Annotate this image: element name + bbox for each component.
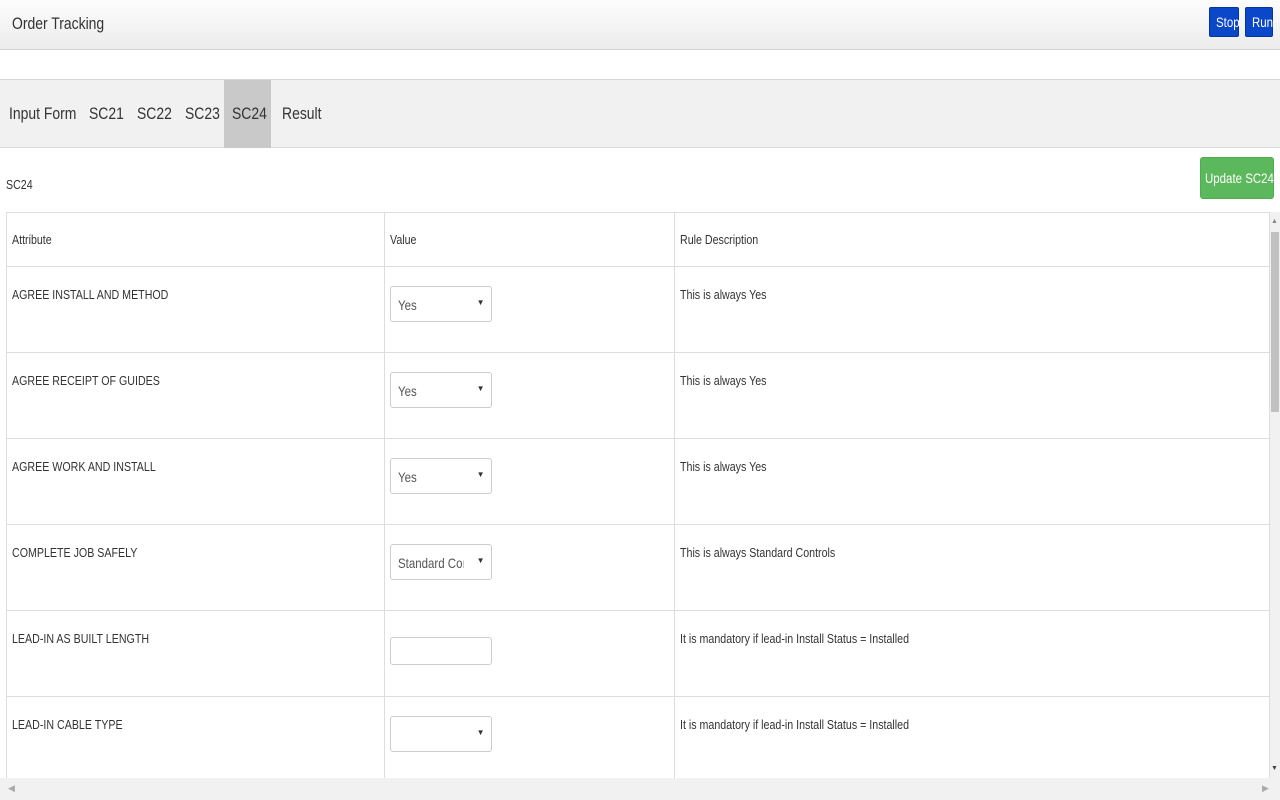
agree-work-install-select[interactable]: Yes ▼ bbox=[389, 457, 492, 494]
table-row: AGREE INSTALL AND METHOD Yes ▼ This is al… bbox=[7, 266, 1269, 353]
header-rule-description: Rule Description bbox=[674, 213, 1269, 267]
attributes-table: Attribute Value Rule Description AGREE I… bbox=[6, 212, 1270, 778]
header-value: Value bbox=[384, 213, 675, 267]
run-button[interactable]: Run bbox=[1245, 7, 1273, 37]
rule-cell: This is always Standard Controls bbox=[674, 524, 1269, 611]
rule-cell: This is always Yes bbox=[674, 266, 1269, 353]
value-cell: Yes ▼ bbox=[384, 352, 675, 439]
attribute-cell: AGREE WORK AND INSTALL bbox=[7, 438, 385, 525]
tab-result[interactable]: Result bbox=[274, 80, 334, 148]
tab-sc21[interactable]: SC21 bbox=[81, 80, 125, 148]
value-cell bbox=[384, 610, 675, 697]
run-label: Run bbox=[1252, 14, 1274, 30]
rule-cell: This is always Yes bbox=[674, 438, 1269, 525]
dropdown-arrow-icon: ▼ bbox=[476, 555, 485, 565]
table-row: AGREE RECEIPT OF GUIDES Yes ▼ This is alw… bbox=[7, 352, 1269, 439]
stop-button[interactable]: Stop bbox=[1209, 7, 1240, 37]
dropdown-arrow-icon: ▼ bbox=[476, 297, 485, 307]
table-row: LEAD-IN AS BUILT LENGTH It is mandatory … bbox=[7, 610, 1269, 697]
table-row: LEAD-IN CABLE TYPE ▼ It is mandatory if … bbox=[7, 696, 1269, 778]
table-header-row: Attribute Value Rule Description bbox=[7, 213, 1269, 267]
attribute-cell: AGREE INSTALL AND METHOD bbox=[7, 266, 385, 353]
header-attribute: Attribute bbox=[7, 213, 385, 267]
agree-install-method-select[interactable]: Yes ▼ bbox=[389, 285, 492, 322]
value-cell: Yes ▼ bbox=[384, 266, 675, 353]
horizontal-scrollbar[interactable]: ◀ ▶ bbox=[0, 778, 1280, 800]
section-title: SC24 bbox=[6, 177, 33, 192]
vertical-scrollbar[interactable]: ▲ ▼ bbox=[1270, 212, 1280, 778]
scroll-left-icon[interactable]: ◀ bbox=[8, 783, 15, 794]
app-title: Order Tracking bbox=[12, 14, 105, 33]
rule-cell: This is always Yes bbox=[674, 352, 1269, 439]
value-cell: Standard Controls▼ bbox=[384, 524, 675, 611]
dropdown-arrow-icon: ▼ bbox=[476, 469, 485, 479]
update-sc24-button[interactable]: Update SC24 bbox=[1200, 157, 1274, 199]
lead-in-as-built-length-input[interactable] bbox=[389, 636, 492, 665]
value-cell: ▼ bbox=[384, 696, 675, 778]
tab-sc23[interactable]: SC23 bbox=[177, 80, 221, 148]
top-bar: Order Tracking Stop Run bbox=[0, 0, 1280, 50]
stop-label: Stop bbox=[1216, 14, 1240, 30]
tab-bar: Input Form SC21 SC22 SC23 SC24 Result bbox=[0, 79, 1280, 148]
lead-in-cable-type-select[interactable]: ▼ bbox=[389, 715, 492, 752]
attribute-cell: AGREE RECEIPT OF GUIDES bbox=[7, 352, 385, 439]
rule-cell: It is mandatory if lead-in Install Statu… bbox=[674, 696, 1269, 778]
tab-input-form[interactable]: Input Form bbox=[1, 80, 77, 148]
value-cell: Yes ▼ bbox=[384, 438, 675, 525]
scroll-up-icon[interactable]: ▲ bbox=[1271, 218, 1278, 225]
scroll-down-icon[interactable]: ▼ bbox=[1271, 765, 1278, 772]
dropdown-arrow-icon: ▼ bbox=[476, 727, 485, 737]
agree-receipt-guides-select[interactable]: Yes ▼ bbox=[389, 371, 492, 408]
table-row: COMPLETE JOB SAFELY Standard Controls▼ T… bbox=[7, 524, 1269, 611]
table-row: AGREE WORK AND INSTALL Yes ▼ This is alwa… bbox=[7, 438, 1269, 525]
attribute-cell: LEAD-IN AS BUILT LENGTH bbox=[7, 610, 385, 697]
vertical-scroll-thumb[interactable] bbox=[1271, 232, 1279, 412]
scroll-right-icon[interactable]: ▶ bbox=[1262, 783, 1269, 794]
attribute-cell: COMPLETE JOB SAFELY bbox=[7, 524, 385, 611]
rule-cell: It is mandatory if lead-in Install Statu… bbox=[674, 610, 1269, 697]
complete-job-safely-select[interactable]: Standard Controls▼ bbox=[389, 543, 492, 580]
attribute-cell: LEAD-IN CABLE TYPE bbox=[7, 696, 385, 778]
dropdown-arrow-icon: ▼ bbox=[476, 383, 485, 393]
tab-sc22[interactable]: SC22 bbox=[129, 80, 173, 148]
tab-sc24[interactable]: SC24 bbox=[224, 80, 271, 148]
